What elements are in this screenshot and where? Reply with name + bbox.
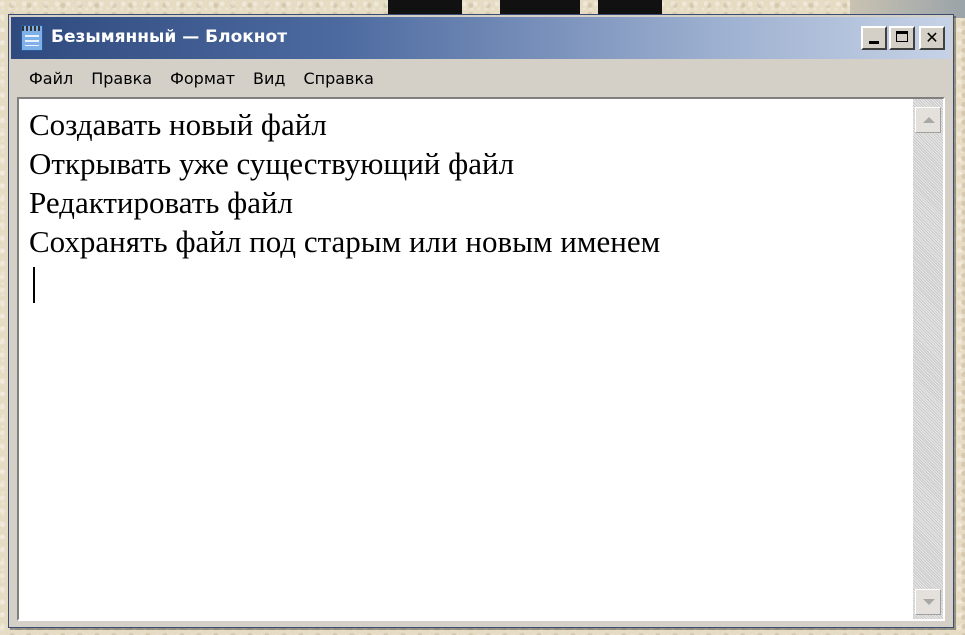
text-line: Создавать новый файл — [29, 107, 327, 142]
text-editor[interactable]: Создавать новый файл Открывать уже сущес… — [17, 97, 945, 621]
editor-text[interactable]: Создавать новый файл Открывать уже сущес… — [29, 105, 909, 619]
close-button[interactable] — [919, 26, 945, 50]
menu-view[interactable]: Вид — [249, 69, 293, 88]
window-controls — [859, 26, 945, 50]
text-line: Открывать уже существующий файл — [29, 146, 515, 181]
minimize-button[interactable] — [861, 26, 887, 50]
window-title: Безымянный — Блокнот — [51, 27, 288, 47]
vertical-scrollbar[interactable] — [913, 99, 943, 619]
text-caret — [33, 267, 35, 303]
notepad-window: Безымянный — Блокнот Файл Правка Формат … — [8, 14, 954, 628]
title-bar[interactable]: Безымянный — Блокнот — [11, 17, 951, 59]
menu-format[interactable]: Формат — [166, 69, 243, 88]
menu-file[interactable]: Файл — [25, 69, 81, 88]
scroll-down-button[interactable] — [915, 589, 941, 615]
scroll-up-button[interactable] — [915, 107, 941, 133]
text-line: Сохранять файл под старым или новым имен… — [29, 224, 661, 259]
menu-edit[interactable]: Правка — [87, 69, 160, 88]
text-line: Редактировать файл — [29, 185, 294, 220]
menu-bar: Файл Правка Формат Вид Справка — [11, 61, 951, 95]
notepad-icon[interactable] — [21, 25, 43, 51]
background-heading-fragment — [0, 0, 965, 14]
maximize-button[interactable] — [889, 26, 915, 50]
menu-help[interactable]: Справка — [299, 69, 382, 88]
